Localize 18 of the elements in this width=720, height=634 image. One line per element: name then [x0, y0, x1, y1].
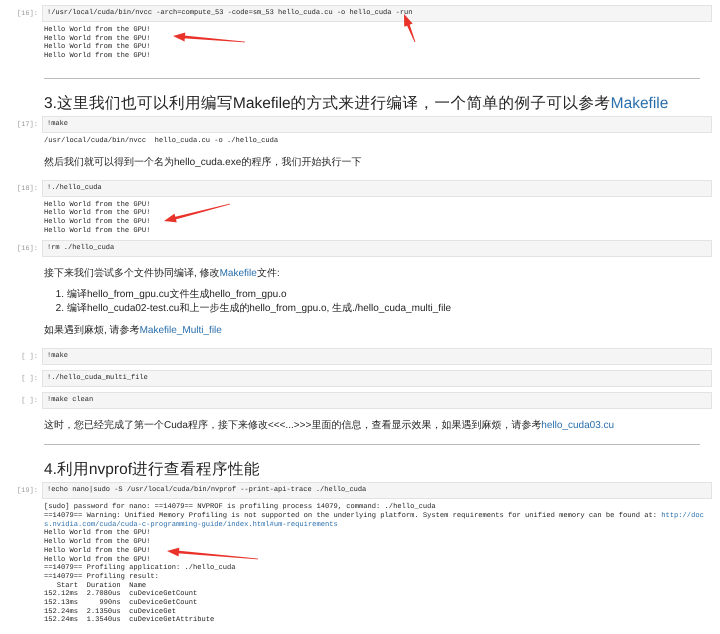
arrow-icon — [167, 548, 258, 560]
paragraph: 如果遇到麻烦, 请参考Makefile_Multi_file — [44, 324, 223, 338]
arrow-icon — [173, 32, 245, 42]
link[interactable]: Makefile_Multi_file — [140, 325, 222, 336]
link[interactable]: Makefile — [610, 94, 668, 112]
list-number: 2. — [54, 302, 64, 316]
paragraph: 这时，您已经完成了第一个Cuda程序，接下来修改<<<...>>>里面的信息，查看显示效果，如果遇到麻烦，请参考hello_cuda03.cu — [44, 419, 616, 432]
link[interactable]: Makefile — [220, 268, 257, 280]
section-heading: 3.这里我们也可以利用编写Makefile的方式来进行编译，一个简单的例子可以参考Makefile — [44, 94, 670, 113]
arrow-icon — [404, 14, 416, 42]
section-heading: 4.利用nvprof进行查看程序性能 — [44, 461, 262, 480]
list-item: 编译hello_cuda02-test.cu和上一步生成的hello_from_gpu.o, 生成./hello_cuda_multi_file — [67, 302, 452, 316]
list-number: 1. — [54, 288, 64, 302]
list-item: 编译hello_from_gpu.cu文件生成hello_from_gpu.o — [67, 288, 287, 302]
link[interactable]: hello_cuda03.cu — [541, 420, 614, 432]
paragraph: 接下来我们尝试多个文件协同编译, 修改Makefile文件: — [44, 267, 281, 280]
arrow-icon — [164, 204, 230, 222]
paragraph: 然后我们就可以得到一个名为hello_cuda.exe的程序，我们开始执行一下 — [44, 156, 362, 169]
